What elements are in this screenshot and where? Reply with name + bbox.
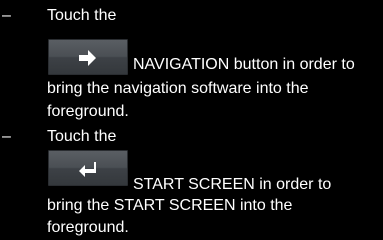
instruction-text-line: foreground.	[47, 103, 129, 120]
instruction-text-line: bring the navigation software into the	[47, 80, 309, 97]
arrow-right-icon	[79, 50, 96, 66]
start-screen-button[interactable]	[48, 150, 128, 186]
top-crop-mask	[0, 0, 383, 5]
instruction-intro: Touch the	[47, 7, 117, 24]
navigation-button[interactable]	[48, 39, 128, 75]
instruction-text-line: NAVIGATION button in order to	[133, 56, 355, 73]
instruction-text-line: bring the START SCREEN into the	[47, 197, 293, 214]
bullet-dash: –	[2, 128, 11, 145]
instruction-page: – Touch the NAVIGATION button in order t…	[0, 0, 383, 240]
instruction-intro: Touch the	[47, 128, 117, 145]
instruction-text-line: START SCREEN in order to	[133, 176, 332, 193]
bullet-dash: –	[2, 7, 11, 24]
return-arrow-icon	[79, 162, 96, 177]
instruction-text-line: foreground.	[47, 219, 129, 236]
